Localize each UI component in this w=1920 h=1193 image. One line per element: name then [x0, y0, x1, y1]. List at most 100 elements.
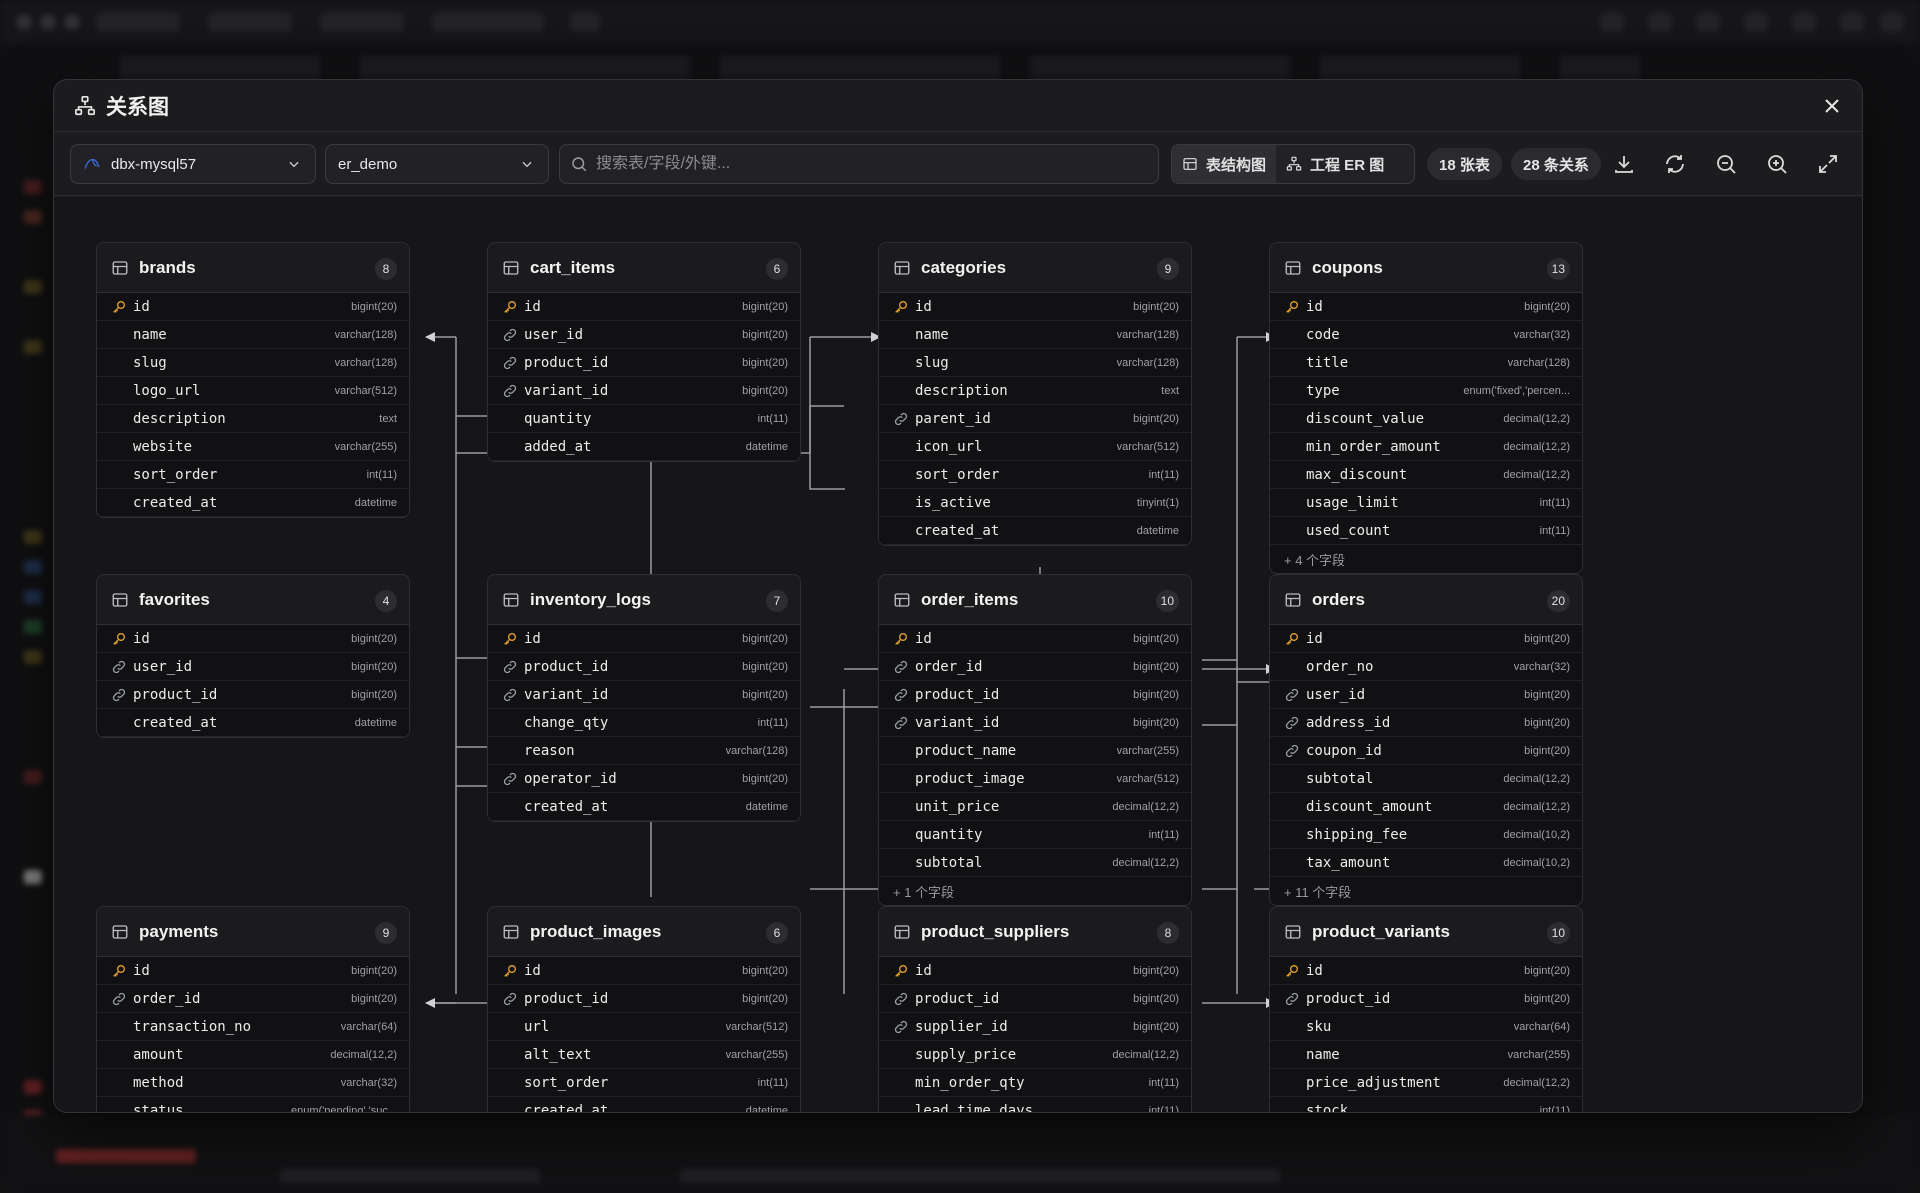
- er-canvas[interactable]: brands 8 id bigint(20) name varchar(128) slug v…: [54, 197, 1862, 1112]
- field-row[interactable]: is_active tinyint(1): [879, 489, 1191, 517]
- zoom-in-icon[interactable]: [1765, 152, 1789, 176]
- field-row[interactable]: product_id bigint(20): [97, 681, 409, 709]
- field-row[interactable]: stock int(11): [1270, 1097, 1582, 1112]
- field-row[interactable]: id bigint(20): [879, 625, 1191, 653]
- field-row[interactable]: variant_id bigint(20): [488, 681, 800, 709]
- field-row[interactable]: tax_amount decimal(10,2): [1270, 849, 1582, 877]
- refresh-icon[interactable]: [1663, 152, 1687, 176]
- field-row[interactable]: sort_order int(11): [488, 1069, 800, 1097]
- table-card-favorites[interactable]: favorites 4 id bigint(20) user_id bigint(20) p…: [96, 574, 410, 738]
- table-card-categories[interactable]: categories 9 id bigint(20) name varchar(128) s…: [878, 242, 1192, 546]
- field-row[interactable]: name varchar(128): [879, 321, 1191, 349]
- field-row[interactable]: subtotal decimal(12,2): [879, 849, 1191, 877]
- search-input[interactable]: [596, 155, 1136, 173]
- field-row[interactable]: max_discount decimal(12,2): [1270, 461, 1582, 489]
- table-card-header[interactable]: product_suppliers 8: [879, 907, 1191, 957]
- field-row[interactable]: icon_url varchar(512): [879, 433, 1191, 461]
- field-row[interactable]: created_at datetime: [879, 517, 1191, 545]
- table-card-header[interactable]: brands 8: [97, 243, 409, 293]
- field-row[interactable]: supply_price decimal(12,2): [879, 1041, 1191, 1069]
- field-row[interactable]: quantity int(11): [488, 405, 800, 433]
- field-row[interactable]: logo_url varchar(512): [97, 377, 409, 405]
- table-card-header[interactable]: favorites 4: [97, 575, 409, 625]
- field-row[interactable]: url varchar(512): [488, 1013, 800, 1041]
- field-row[interactable]: user_id bigint(20): [488, 321, 800, 349]
- table-card-header[interactable]: product_images 6: [488, 907, 800, 957]
- field-row[interactable]: website varchar(255): [97, 433, 409, 461]
- table-card-inventory_logs[interactable]: inventory_logs 7 id bigint(20) product_id big…: [487, 574, 801, 822]
- table-card-brands[interactable]: brands 8 id bigint(20) name varchar(128) slug v…: [96, 242, 410, 518]
- field-row[interactable]: operator_id bigint(20): [488, 765, 800, 793]
- table-card-header[interactable]: orders 20: [1270, 575, 1582, 625]
- field-row[interactable]: method varchar(32): [97, 1069, 409, 1097]
- field-row[interactable]: order_id bigint(20): [879, 653, 1191, 681]
- field-row[interactable]: title varchar(128): [1270, 349, 1582, 377]
- field-row[interactable]: variant_id bigint(20): [879, 709, 1191, 737]
- field-row[interactable]: address_id bigint(20): [1270, 709, 1582, 737]
- field-row[interactable]: slug varchar(128): [97, 349, 409, 377]
- field-row[interactable]: used_count int(11): [1270, 517, 1582, 545]
- more-fields-link[interactable]: + 4 个字段: [1270, 545, 1582, 573]
- field-row[interactable]: type enum('fixed','percen...: [1270, 377, 1582, 405]
- table-card-product_images[interactable]: product_images 6 id bigint(20) product_id big…: [487, 906, 801, 1112]
- field-row[interactable]: sort_order int(11): [97, 461, 409, 489]
- field-row[interactable]: product_id bigint(20): [879, 985, 1191, 1013]
- field-row[interactable]: id bigint(20): [1270, 957, 1582, 985]
- zoom-out-icon[interactable]: [1714, 152, 1738, 176]
- table-card-coupons[interactable]: coupons 13 id bigint(20) code varchar(32) titl…: [1269, 242, 1583, 574]
- field-row[interactable]: code varchar(32): [1270, 321, 1582, 349]
- field-row[interactable]: added_at datetime: [488, 433, 800, 461]
- table-card-header[interactable]: cart_items 6: [488, 243, 800, 293]
- table-card-header[interactable]: categories 9: [879, 243, 1191, 293]
- search-box[interactable]: [559, 144, 1159, 184]
- field-row[interactable]: discount_value decimal(12,2): [1270, 405, 1582, 433]
- field-row[interactable]: description text: [97, 405, 409, 433]
- field-row[interactable]: supplier_id bigint(20): [879, 1013, 1191, 1041]
- field-row[interactable]: created_at datetime: [488, 1097, 800, 1112]
- field-row[interactable]: subtotal decimal(12,2): [1270, 765, 1582, 793]
- more-fields-link[interactable]: + 11 个字段: [1270, 877, 1582, 905]
- field-row[interactable]: min_order_amount decimal(12,2): [1270, 433, 1582, 461]
- field-row[interactable]: status enum('pending','suc...: [97, 1097, 409, 1112]
- table-card-header[interactable]: payments 9: [97, 907, 409, 957]
- field-row[interactable]: order_no varchar(32): [1270, 653, 1582, 681]
- field-row[interactable]: name varchar(255): [1270, 1041, 1582, 1069]
- field-row[interactable]: unit_price decimal(12,2): [879, 793, 1191, 821]
- table-card-product_suppliers[interactable]: product_suppliers 8 id bigint(20) product_id…: [878, 906, 1192, 1112]
- field-row[interactable]: product_id bigint(20): [879, 681, 1191, 709]
- more-fields-link[interactable]: + 1 个字段: [879, 877, 1191, 905]
- field-row[interactable]: price_adjustment decimal(12,2): [1270, 1069, 1582, 1097]
- field-row[interactable]: coupon_id bigint(20): [1270, 737, 1582, 765]
- field-row[interactable]: amount decimal(12,2): [97, 1041, 409, 1069]
- table-card-header[interactable]: order_items 10: [879, 575, 1191, 625]
- field-row[interactable]: quantity int(11): [879, 821, 1191, 849]
- field-row[interactable]: id bigint(20): [1270, 625, 1582, 653]
- table-card-payments[interactable]: payments 9 id bigint(20) order_id bigint(20) t…: [96, 906, 410, 1112]
- field-row[interactable]: created_at datetime: [488, 793, 800, 821]
- field-row[interactable]: id bigint(20): [1270, 293, 1582, 321]
- field-row[interactable]: id bigint(20): [879, 957, 1191, 985]
- database-select[interactable]: er_demo: [325, 144, 549, 184]
- field-row[interactable]: parent_id bigint(20): [879, 405, 1191, 433]
- field-row[interactable]: product_id bigint(20): [488, 349, 800, 377]
- field-row[interactable]: sku varchar(64): [1270, 1013, 1582, 1041]
- table-card-cart_items[interactable]: cart_items 6 id bigint(20) user_id bigint(20)…: [487, 242, 801, 462]
- field-row[interactable]: order_id bigint(20): [97, 985, 409, 1013]
- table-card-header[interactable]: product_variants 10: [1270, 907, 1582, 957]
- field-row[interactable]: description text: [879, 377, 1191, 405]
- field-row[interactable]: created_at datetime: [97, 709, 409, 737]
- field-row[interactable]: discount_amount decimal(12,2): [1270, 793, 1582, 821]
- field-row[interactable]: id bigint(20): [488, 293, 800, 321]
- field-row[interactable]: sort_order int(11): [879, 461, 1191, 489]
- field-row[interactable]: shipping_fee decimal(10,2): [1270, 821, 1582, 849]
- field-row[interactable]: name varchar(128): [97, 321, 409, 349]
- view-structure-button[interactable]: 表结构图: [1172, 145, 1277, 183]
- table-card-product_variants[interactable]: product_variants 10 id bigint(20) product_id…: [1269, 906, 1583, 1112]
- table-card-header[interactable]: coupons 13: [1270, 243, 1582, 293]
- field-row[interactable]: id bigint(20): [879, 293, 1191, 321]
- field-row[interactable]: product_id bigint(20): [1270, 985, 1582, 1013]
- field-row[interactable]: product_name varchar(255): [879, 737, 1191, 765]
- field-row[interactable]: id bigint(20): [488, 625, 800, 653]
- field-row[interactable]: id bigint(20): [488, 957, 800, 985]
- table-card-order_items[interactable]: order_items 10 id bigint(20) order_id bigint(…: [878, 574, 1192, 906]
